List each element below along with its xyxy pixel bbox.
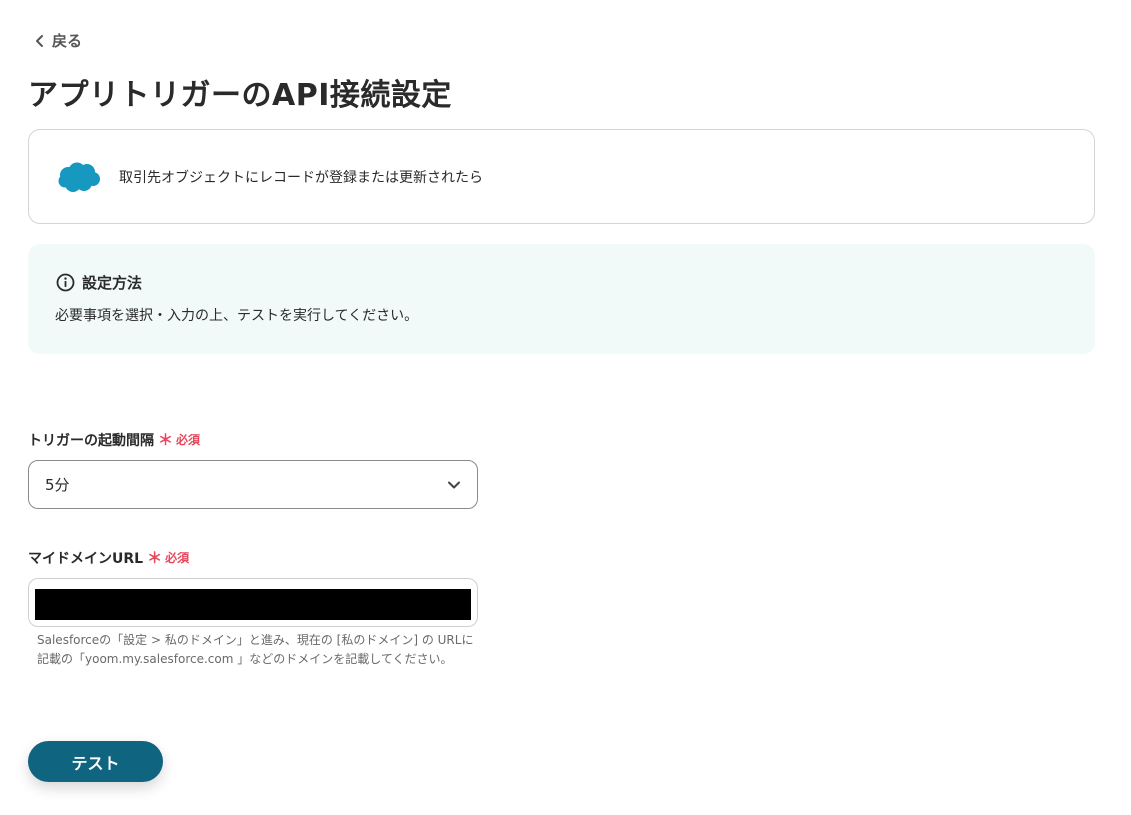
page-title: アプリトリガーのAPI接続設定 (28, 78, 452, 113)
setup-instructions-box: 設定方法 必要事項を選択・入力の上、テストを実行してください。 (28, 244, 1095, 354)
trigger-summary-card: 取引先オブジェクトにレコードが登録または更新されたら (28, 129, 1095, 224)
test-button[interactable]: テスト (28, 741, 163, 782)
info-icon (56, 273, 75, 292)
info-body-text: 必要事項を選択・入力の上、テストを実行してください。 (55, 308, 419, 324)
back-link[interactable]: 戻る (34, 30, 82, 51)
required-asterisk: ＊ (147, 549, 163, 567)
info-heading-text: 設定方法 (82, 274, 143, 292)
domain-url-label-text: マイドメインURL (28, 550, 144, 567)
domain-url-field-label: マイドメインURL ＊ 必須 (28, 547, 189, 568)
trigger-description: 取引先オブジェクトにレコードが登録または更新されたら (119, 169, 483, 186)
chevron-left-icon (36, 34, 43, 47)
help-text-line: Salesforceの「設定 > 私のドメイン」と進み、現在の [私のドメイン]… (37, 633, 474, 647)
help-text-line: 記載の「yoom.my.salesforce.com 」などのドメインを記載して… (37, 652, 453, 666)
domain-url-field (28, 578, 478, 627)
interval-select[interactable]: 5分 (28, 460, 478, 509)
chevron-down-icon (448, 481, 460, 488)
required-badge: 必須 (176, 433, 201, 447)
required-asterisk: ＊ (158, 431, 174, 449)
interval-field-label: トリガーの起動間隔 ＊ 必須 (28, 429, 200, 450)
back-link-label: 戻る (52, 32, 83, 50)
domain-url-input[interactable] (35, 589, 471, 620)
interval-label-text: トリガーの起動間隔 (28, 432, 154, 449)
salesforce-logo-icon (58, 162, 100, 192)
info-heading: 設定方法 (56, 272, 142, 293)
interval-select-value: 5分 (45, 476, 70, 494)
domain-url-help-text: Salesforceの「設定 > 私のドメイン」と進み、現在の [私のドメイン]… (37, 631, 482, 669)
required-badge: 必須 (165, 551, 190, 565)
